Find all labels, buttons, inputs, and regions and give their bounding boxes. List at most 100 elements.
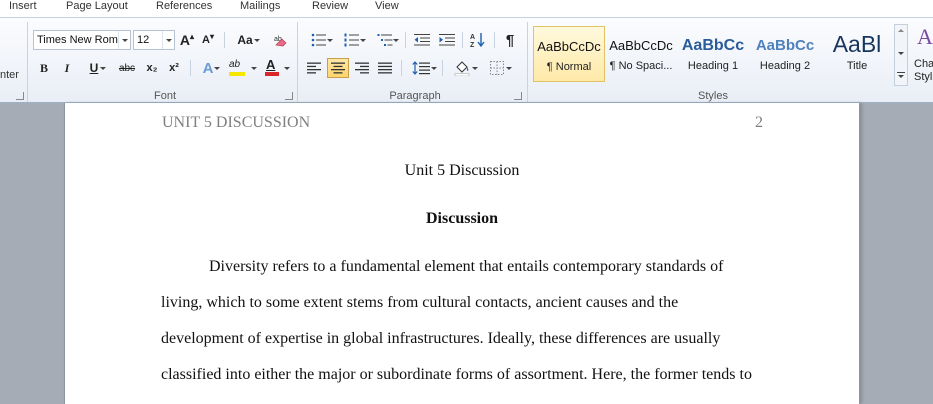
page-header-title: UNIT 5 DISCUSSION	[162, 114, 311, 131]
numbering-button[interactable]	[338, 30, 366, 50]
clipboard-launcher-icon[interactable]	[16, 92, 24, 100]
paragraph-line: classified into either the major or subo…	[161, 366, 752, 383]
strikethrough-button[interactable]: abc	[116, 58, 138, 78]
text-effects-button[interactable]: A	[196, 58, 220, 78]
shrink-font-icon: A	[202, 34, 210, 46]
highlight-button[interactable]: ab	[227, 58, 259, 78]
change-case-button[interactable]: Aa	[230, 30, 260, 50]
tab-mailings[interactable]: Mailings	[240, 0, 280, 15]
clear-formatting-icon: ab	[274, 36, 287, 47]
pilcrow-icon: ¶	[505, 31, 515, 49]
styles-group-label: Styles	[698, 90, 728, 102]
line-spacing-icon	[412, 61, 430, 75]
page-number: 2	[755, 114, 763, 131]
shrink-font-button[interactable]: A ▾	[199, 30, 217, 50]
font-name-combo[interactable]: Times New Rom	[33, 30, 131, 50]
highlight-color-swatch	[229, 72, 245, 76]
align-center-icon	[331, 62, 345, 74]
chevron-down-icon	[327, 39, 333, 42]
scroll-up-icon[interactable]	[898, 29, 904, 32]
scroll-down-icon[interactable]	[898, 52, 904, 55]
chevron-down-icon[interactable]	[118, 31, 130, 49]
chevron-down-icon	[431, 67, 437, 70]
tab-references[interactable]: References	[156, 0, 212, 15]
increase-indent-button[interactable]	[437, 30, 457, 50]
tab-review[interactable]: Review	[312, 0, 348, 15]
document-heading: Discussion	[425, 210, 499, 227]
chevron-down-icon	[898, 75, 904, 78]
document-area: UNIT 5 DISCUSSION 2 Unit 5 Discussion Di…	[0, 103, 933, 404]
paragraph-line: living, which to some extent stems from …	[161, 294, 679, 311]
group-separator	[27, 22, 28, 102]
chevron-down-icon	[254, 39, 260, 42]
ribbon: nter Times New Rom 12 A ▴ A ▾ Aa ab B I U …	[0, 17, 933, 103]
grow-font-button[interactable]: A ▴	[178, 30, 196, 50]
style-preview: AaBl	[832, 31, 882, 57]
paragraph-line: development of expertise in global infra…	[161, 330, 721, 347]
style-name: Title	[846, 60, 868, 72]
bold-button[interactable]: B	[35, 58, 53, 78]
separator	[494, 32, 495, 48]
font-size-value: 12	[137, 34, 150, 46]
clear-formatting-button[interactable]: ab	[271, 30, 291, 50]
align-right-button[interactable]	[352, 58, 372, 78]
increase-indent-icon	[439, 34, 455, 46]
superscript-button[interactable]: x²	[164, 58, 184, 78]
text-effects-icon: A	[202, 59, 214, 77]
style-name: ¶ No Spaci...	[609, 60, 673, 72]
line-spacing-button[interactable]	[407, 58, 437, 78]
show-formatting-marks-button[interactable]: ¶	[500, 30, 520, 50]
tab-page-layout[interactable]: Page Layout	[66, 0, 128, 15]
paragraph-dialog-launcher-icon[interactable]	[514, 92, 522, 100]
style-heading-1[interactable]: AaBbCc Heading 1	[677, 26, 749, 82]
decrease-indent-button[interactable]	[412, 30, 432, 50]
subscript-button[interactable]: x₂	[142, 58, 162, 78]
align-center-button[interactable]	[327, 58, 349, 78]
chevron-down-icon	[100, 67, 106, 70]
svg-text:Z: Z	[470, 42, 475, 48]
sort-button[interactable]: A Z	[467, 30, 489, 50]
clipboard-painter-label[interactable]: nter	[0, 69, 19, 81]
font-size-combo[interactable]: 12	[133, 30, 175, 50]
font-dialog-launcher-icon[interactable]	[285, 92, 293, 100]
arrow-down-icon: ▾	[209, 31, 214, 41]
justify-icon	[378, 62, 392, 74]
separator	[405, 32, 406, 48]
tab-insert[interactable]: Insert	[9, 0, 37, 15]
svg-text:A: A	[470, 34, 475, 41]
change-styles-icon: A	[917, 24, 933, 49]
more-styles-icon[interactable]	[897, 72, 905, 73]
chevron-down-icon	[360, 39, 366, 42]
style-preview: AaBbCcDc	[537, 39, 601, 54]
justify-button[interactable]	[375, 58, 395, 78]
italic-button[interactable]: I	[58, 58, 76, 78]
bullets-icon	[311, 33, 326, 47]
style-preview: AaBbCc	[681, 37, 745, 54]
ribbon-tabs: Insert Page Layout References Mailings R…	[0, 0, 933, 17]
chevron-down-icon[interactable]	[162, 31, 174, 49]
underline-button[interactable]: U	[82, 58, 106, 78]
change-styles-label: Styl	[914, 71, 933, 83]
multilevel-list-button[interactable]	[371, 30, 399, 50]
align-left-button[interactable]	[304, 58, 324, 78]
document-page[interactable]: UNIT 5 DISCUSSION 2 Unit 5 Discussion Di…	[64, 103, 860, 404]
paint-bucket-icon	[454, 61, 470, 76]
align-left-icon	[307, 62, 321, 74]
style-title[interactable]: AaBl Title	[821, 26, 893, 82]
style-no-spacing[interactable]: AaBbCcDc ¶ No Spaci...	[605, 26, 677, 82]
group-separator	[527, 22, 528, 102]
tab-view[interactable]: View	[375, 0, 399, 15]
styles-gallery-scroller[interactable]	[894, 24, 908, 86]
change-styles-button[interactable]: A Cha Styl	[913, 24, 933, 86]
chevron-down-icon	[251, 67, 257, 70]
chevron-down-icon	[284, 67, 290, 70]
style-normal[interactable]: AaBbCcDc ¶ Normal	[533, 26, 605, 82]
font-color-icon: A	[266, 57, 276, 72]
bullets-button[interactable]	[305, 30, 333, 50]
chevron-down-icon	[393, 39, 399, 42]
borders-button[interactable]	[482, 58, 512, 78]
separator	[462, 32, 463, 48]
shading-button[interactable]	[448, 58, 478, 78]
font-color-button[interactable]: A	[263, 57, 291, 78]
style-heading-2[interactable]: AaBbCc Heading 2	[749, 26, 821, 82]
